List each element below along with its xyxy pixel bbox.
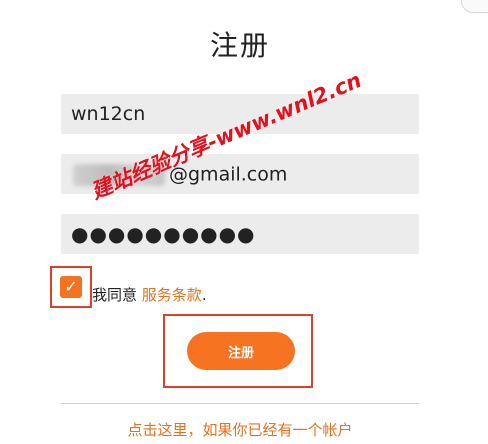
password-masked-value: ●●●●●●●●●● <box>71 222 256 246</box>
checkmark-icon: ✓ <box>64 277 78 296</box>
email-blurred-redaction <box>73 163 165 186</box>
register-button[interactable]: 注册 <box>187 332 295 370</box>
agree-label: 我同意 服务条款. <box>92 284 207 305</box>
divider <box>61 403 419 404</box>
page-title: 注册 <box>209 29 270 62</box>
agree-suffix: . <box>201 286 207 304</box>
login-link[interactable]: 点击这里，如果你已经有一个帐户 <box>0 419 480 440</box>
window-corner-decoration <box>461 0 488 13</box>
terms-link[interactable]: 服务条款 <box>142 286 202 304</box>
password-field[interactable]: ●●●●●●●●●● <box>61 214 419 254</box>
agree-checkbox[interactable]: ✓ <box>60 276 82 298</box>
email-field[interactable]: @gmail.com <box>61 154 419 194</box>
register-page: 注册 wn12cn @gmail.com ●●●●●●●●●● ✓ 我同意 服务… <box>0 0 488 444</box>
checkbox-highlight-box: ✓ <box>50 266 92 308</box>
username-field[interactable]: wn12cn <box>61 94 419 134</box>
agree-prefix: 我同意 <box>92 286 138 304</box>
submit-highlight-box: 注册 <box>163 314 313 388</box>
username-value: wn12cn <box>71 103 146 125</box>
email-domain-value: @gmail.com <box>169 163 288 186</box>
